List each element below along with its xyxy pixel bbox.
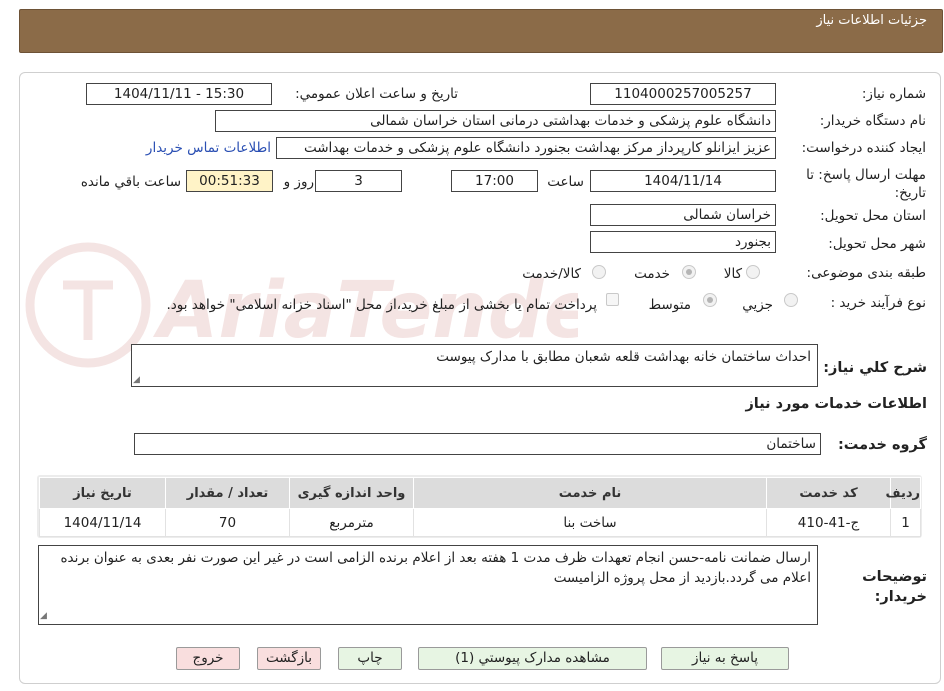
city-label: شهر محل تحويل: bbox=[828, 236, 926, 252]
view-attachments-button[interactable]: مشاهده مدارک پيوستي (1) bbox=[418, 647, 647, 670]
cell-service-name: ساخت بنا bbox=[413, 508, 767, 537]
need-number-field: 1104000257005257 bbox=[590, 83, 776, 105]
table-header-row: رديف کد خدمت نام خدمت واحد اندازه گيری ت… bbox=[39, 477, 921, 509]
deadline-label: مهلت ارسال پاسخ: تا تاریخ: bbox=[806, 167, 926, 201]
column-header-quantity: تعداد / مقدار bbox=[165, 477, 290, 509]
page-header bbox=[19, 9, 943, 53]
cell-need-date: 1404/11/14 bbox=[39, 508, 166, 537]
creator-field: عزیز ایزانلو کارپرداز مرکز بهداشت بجنورد… bbox=[276, 137, 776, 159]
category-option-service: خدمت bbox=[634, 266, 670, 282]
cell-service-code: ج-41-410 bbox=[766, 508, 891, 537]
announce-field: 1404/11/11 - 15:30 bbox=[86, 83, 272, 105]
buyer-notes-textarea[interactable]: ارسال ضمانت نامه-حسن انجام تعهدات ظرف مد… bbox=[38, 545, 818, 625]
province-label: استان محل تحويل: bbox=[820, 208, 926, 224]
print-button[interactable]: چاپ bbox=[338, 647, 402, 670]
deadline-date-field: 1404/11/14 bbox=[590, 170, 776, 192]
buyer-org-field: دانشگاه علوم پزشکی و خدمات بهداشتی درمان… bbox=[215, 110, 776, 132]
cell-quantity: 70 bbox=[165, 508, 290, 537]
description-label: شرح کلي نياز: bbox=[823, 360, 927, 376]
process-radio-medium[interactable] bbox=[703, 293, 717, 307]
resize-handle-icon[interactable]: ◢ bbox=[133, 375, 140, 385]
column-header-unit: واحد اندازه گيری bbox=[289, 477, 414, 509]
column-header-service-name: نام خدمت bbox=[413, 477, 767, 509]
description-textarea[interactable]: احداث ساختمان خانه بهداشت قلعه شعبان مطا… bbox=[131, 344, 818, 387]
column-header-service-code: کد خدمت bbox=[766, 477, 891, 509]
days-label: روز و bbox=[283, 174, 314, 190]
days-field: 3 bbox=[315, 170, 402, 192]
category-option-goods: کالا bbox=[723, 266, 742, 282]
payment-note: پرداخت تمام یا بخشی از مبلغ خرید،از محل … bbox=[166, 297, 597, 313]
back-button[interactable]: بازگشت bbox=[257, 647, 321, 670]
services-table: رديف کد خدمت نام خدمت واحد اندازه گيری ت… bbox=[39, 477, 921, 537]
creator-label: ايجاد کننده درخواست: bbox=[801, 140, 926, 156]
announce-label: تاريخ و ساعت اعلان عمومي: bbox=[295, 86, 458, 102]
table-row: 1 ج-41-410 ساخت بنا مترمربع 70 1404/11/1… bbox=[39, 508, 921, 537]
column-header-row-number: رديف bbox=[885, 477, 921, 509]
buyer-notes-text: ارسال ضمانت نامه-حسن انجام تعهدات ظرف مد… bbox=[60, 550, 811, 586]
services-section-title: اطلاعات خدمات مورد نياز bbox=[745, 396, 927, 412]
description-text: احداث ساختمان خانه بهداشت قلعه شعبان مطا… bbox=[436, 349, 811, 365]
process-option-minor: جزيي bbox=[742, 297, 773, 313]
buyer-notes-label: توضيحات خريدار: bbox=[862, 569, 927, 605]
city-field: بجنورد bbox=[590, 231, 776, 253]
process-option-medium: متوسط bbox=[648, 297, 691, 313]
buyer-contact-link[interactable]: اطلاعات تماس خريدار bbox=[146, 140, 271, 156]
resize-handle-icon[interactable]: ◢ bbox=[40, 611, 47, 621]
cell-unit: مترمربع bbox=[289, 508, 414, 537]
remaining-label: ساعت باقي مانده bbox=[80, 174, 181, 190]
cell-row-number: 1 bbox=[890, 508, 921, 537]
process-label: نوع فرآيند خريد : bbox=[830, 295, 926, 311]
province-field: خراسان شمالی bbox=[590, 204, 776, 226]
page-title: جزئیات اطلاعات نیاز bbox=[816, 13, 927, 28]
reply-button[interactable]: پاسخ به نياز bbox=[661, 647, 789, 670]
remaining-time-field: 00:51:33 bbox=[186, 170, 273, 192]
category-radio-goods-service[interactable] bbox=[592, 265, 606, 279]
service-group-field: ساختمان bbox=[134, 433, 821, 455]
category-radio-goods[interactable] bbox=[746, 265, 760, 279]
exit-button[interactable]: خروج bbox=[176, 647, 240, 670]
deadline-time-label: ساعت bbox=[547, 174, 584, 190]
category-option-goods-service: کالا/خدمت bbox=[522, 266, 581, 282]
need-number-label: شماره نیاز: bbox=[861, 86, 926, 102]
category-label: طبقه بندی موضوعی: bbox=[806, 265, 926, 281]
buyer-org-label: نام دستگاه خريدار: bbox=[819, 113, 926, 129]
deadline-time-field: 17:00 bbox=[451, 170, 538, 192]
column-header-need-date: تاريخ نياز bbox=[39, 477, 166, 509]
process-radio-minor[interactable] bbox=[784, 293, 798, 307]
service-group-label: گروه خدمت: bbox=[837, 437, 927, 453]
category-radio-service[interactable] bbox=[682, 265, 696, 279]
treasury-payment-checkbox[interactable] bbox=[606, 293, 619, 306]
